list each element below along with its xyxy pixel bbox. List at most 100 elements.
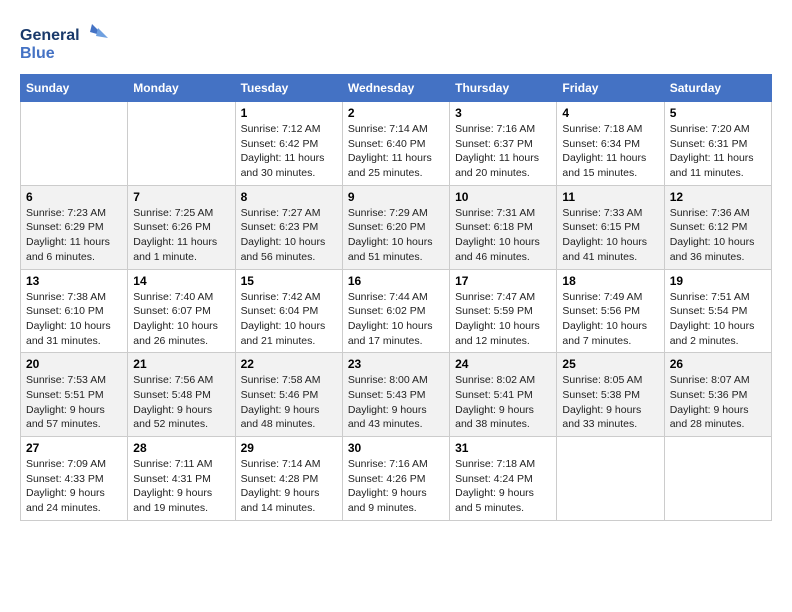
calendar-day-cell: 31 Sunrise: 7:18 AMSunset: 4:24 PMDayligh… [450,437,557,521]
calendar-week-row: 27 Sunrise: 7:09 AMSunset: 4:33 PMDayligh… [21,437,772,521]
day-detail: Sunrise: 7:18 AMSunset: 6:34 PMDaylight:… [562,122,658,181]
calendar-day-cell: 26Sunrise: 8:07 AMSunset: 5:36 PMDayligh… [664,353,771,437]
day-number: 9 [348,190,444,204]
day-detail: Sunrise: 7:27 AMSunset: 6:23 PMDaylight:… [241,206,337,265]
day-detail: Sunrise: 8:02 AMSunset: 5:41 PMDaylight:… [455,373,551,432]
day-detail: Sunrise: 7:36 AMSunset: 6:12 PMDaylight:… [670,206,766,265]
day-number: 4 [562,106,658,120]
calendar-day-cell [557,437,664,521]
calendar-day-cell: 23 Sunrise: 8:00 AMSunset: 5:43 PMDayligh… [342,353,449,437]
day-detail: Sunrise: 7:58 AMSunset: 5:46 PMDaylight:… [241,373,337,432]
calendar-day-cell: 24 Sunrise: 8:02 AMSunset: 5:41 PMDayligh… [450,353,557,437]
day-number: 17 [455,274,551,288]
calendar-day-cell: 17 Sunrise: 7:47 AMSunset: 5:59 PMDayligh… [450,269,557,353]
logo-svg: General Blue [20,20,110,64]
day-number: 21 [133,357,229,371]
calendar-day-cell: 7Sunrise: 7:25 AMSunset: 6:26 PMDaylight… [128,185,235,269]
calendar-day-cell [664,437,771,521]
day-number: 8 [241,190,337,204]
day-number: 25 [562,357,658,371]
calendar-day-cell: 9 Sunrise: 7:29 AMSunset: 6:20 PMDaylight… [342,185,449,269]
weekday-header: Sunday [21,75,128,102]
day-detail: Sunrise: 7:33 AMSunset: 6:15 PMDaylight:… [562,206,658,265]
day-detail: Sunrise: 7:23 AMSunset: 6:29 PMDaylight:… [26,206,122,265]
day-number: 7 [133,190,229,204]
day-detail: Sunrise: 8:05 AMSunset: 5:38 PMDaylight:… [562,373,658,432]
calendar-day-cell: 20Sunrise: 7:53 AMSunset: 5:51 PMDayligh… [21,353,128,437]
calendar-day-cell: 11 Sunrise: 7:33 AMSunset: 6:15 PMDayligh… [557,185,664,269]
day-number: 11 [562,190,658,204]
calendar-day-cell: 13Sunrise: 7:38 AMSunset: 6:10 PMDayligh… [21,269,128,353]
day-detail: Sunrise: 7:12 AMSunset: 6:42 PMDaylight:… [241,122,337,181]
calendar-day-cell: 10 Sunrise: 7:31 AMSunset: 6:18 PMDayligh… [450,185,557,269]
day-detail: Sunrise: 8:00 AMSunset: 5:43 PMDaylight:… [348,373,444,432]
day-number: 22 [241,357,337,371]
calendar-header-row: SundayMondayTuesdayWednesdayThursdayFrid… [21,75,772,102]
day-number: 23 [348,357,444,371]
day-detail: Sunrise: 7:51 AMSunset: 5:54 PMDaylight:… [670,290,766,349]
calendar-day-cell: 22 Sunrise: 7:58 AMSunset: 5:46 PMDayligh… [235,353,342,437]
day-number: 30 [348,441,444,455]
calendar-day-cell: 25 Sunrise: 8:05 AMSunset: 5:38 PMDayligh… [557,353,664,437]
day-number: 5 [670,106,766,120]
day-detail: Sunrise: 7:42 AMSunset: 6:04 PMDaylight:… [241,290,337,349]
day-number: 27 [26,441,122,455]
calendar-day-cell: 28 Sunrise: 7:11 AMSunset: 4:31 PMDayligh… [128,437,235,521]
day-number: 12 [670,190,766,204]
day-number: 28 [133,441,229,455]
weekday-header: Thursday [450,75,557,102]
calendar-day-cell: 15 Sunrise: 7:42 AMSunset: 6:04 PMDayligh… [235,269,342,353]
day-detail: Sunrise: 7:49 AMSunset: 5:56 PMDaylight:… [562,290,658,349]
day-detail: Sunrise: 7:14 AMSunset: 4:28 PMDaylight:… [241,457,337,516]
day-detail: Sunrise: 7:56 AMSunset: 5:48 PMDaylight:… [133,373,229,432]
svg-text:Blue: Blue [20,45,55,62]
day-detail: Sunrise: 7:44 AMSunset: 6:02 PMDaylight:… [348,290,444,349]
day-detail: Sunrise: 7:53 AMSunset: 5:51 PMDaylight:… [26,373,122,432]
calendar-day-cell: 12 Sunrise: 7:36 AMSunset: 6:12 PMDayligh… [664,185,771,269]
calendar-day-cell: 6 Sunrise: 7:23 AMSunset: 6:29 PMDaylight… [21,185,128,269]
calendar-week-row: 1Sunrise: 7:12 AMSunset: 6:42 PMDaylight… [21,102,772,186]
day-detail: Sunrise: 7:20 AMSunset: 6:31 PMDaylight:… [670,122,766,181]
calendar-day-cell: 5 Sunrise: 7:20 AMSunset: 6:31 PMDaylight… [664,102,771,186]
day-detail: Sunrise: 7:29 AMSunset: 6:20 PMDaylight:… [348,206,444,265]
calendar-day-cell: 29Sunrise: 7:14 AMSunset: 4:28 PMDayligh… [235,437,342,521]
day-number: 13 [26,274,122,288]
day-number: 31 [455,441,551,455]
day-number: 26 [670,357,766,371]
day-detail: Sunrise: 7:14 AMSunset: 6:40 PMDaylight:… [348,122,444,181]
day-number: 15 [241,274,337,288]
calendar-day-cell [128,102,235,186]
day-number: 18 [562,274,658,288]
logo: General Blue [20,20,110,64]
day-number: 6 [26,190,122,204]
day-detail: Sunrise: 7:16 AMSunset: 4:26 PMDaylight:… [348,457,444,516]
calendar-day-cell: 8 Sunrise: 7:27 AMSunset: 6:23 PMDaylight… [235,185,342,269]
calendar-day-cell: 30 Sunrise: 7:16 AMSunset: 4:26 PMDayligh… [342,437,449,521]
page-header: General Blue [20,20,772,64]
day-detail: Sunrise: 7:18 AMSunset: 4:24 PMDaylight:… [455,457,551,516]
calendar-day-cell: 1Sunrise: 7:12 AMSunset: 6:42 PMDaylight… [235,102,342,186]
day-detail: Sunrise: 7:09 AMSunset: 4:33 PMDaylight:… [26,457,122,516]
calendar-day-cell: 27 Sunrise: 7:09 AMSunset: 4:33 PMDayligh… [21,437,128,521]
calendar-body: 1Sunrise: 7:12 AMSunset: 6:42 PMDaylight… [21,102,772,521]
calendar-week-row: 6 Sunrise: 7:23 AMSunset: 6:29 PMDaylight… [21,185,772,269]
weekday-header: Monday [128,75,235,102]
calendar-day-cell [21,102,128,186]
day-detail: Sunrise: 7:47 AMSunset: 5:59 PMDaylight:… [455,290,551,349]
calendar-day-cell: 14 Sunrise: 7:40 AMSunset: 6:07 PMDayligh… [128,269,235,353]
calendar-week-row: 13Sunrise: 7:38 AMSunset: 6:10 PMDayligh… [21,269,772,353]
day-detail: Sunrise: 7:11 AMSunset: 4:31 PMDaylight:… [133,457,229,516]
day-number: 16 [348,274,444,288]
day-detail: Sunrise: 7:40 AMSunset: 6:07 PMDaylight:… [133,290,229,349]
weekday-header: Saturday [664,75,771,102]
day-number: 3 [455,106,551,120]
day-detail: Sunrise: 7:31 AMSunset: 6:18 PMDaylight:… [455,206,551,265]
day-detail: Sunrise: 7:16 AMSunset: 6:37 PMDaylight:… [455,122,551,181]
calendar-day-cell: 3 Sunrise: 7:16 AMSunset: 6:37 PMDaylight… [450,102,557,186]
day-number: 24 [455,357,551,371]
weekday-header: Friday [557,75,664,102]
calendar-day-cell: 4 Sunrise: 7:18 AMSunset: 6:34 PMDaylight… [557,102,664,186]
calendar-table: SundayMondayTuesdayWednesdayThursdayFrid… [20,74,772,521]
day-number: 14 [133,274,229,288]
day-number: 10 [455,190,551,204]
